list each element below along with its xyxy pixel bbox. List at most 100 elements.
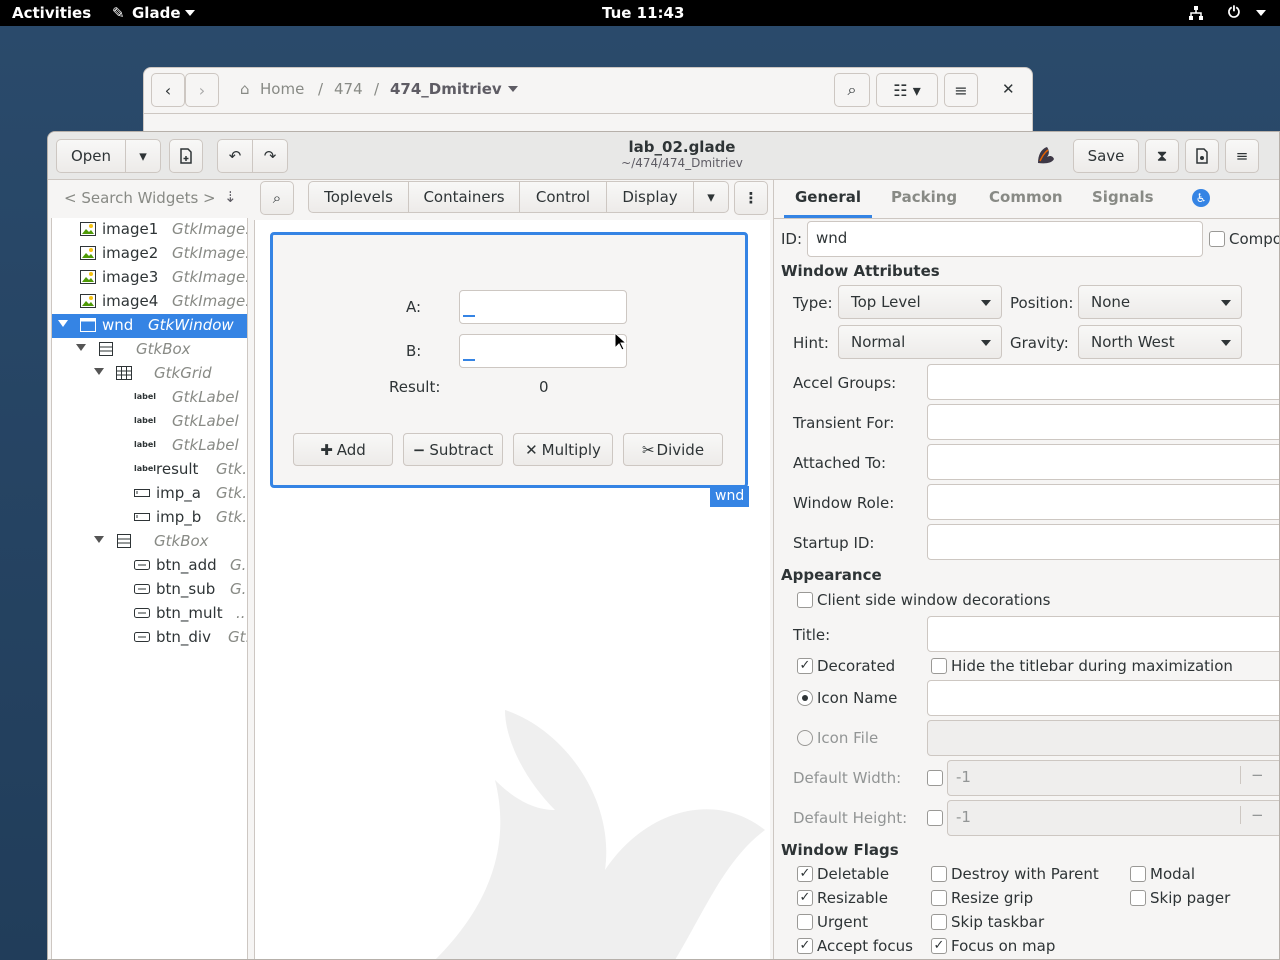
crumb-474[interactable]: 474	[334, 80, 363, 98]
skip-pager-checkbox[interactable]	[1130, 890, 1146, 906]
tree-type: GtkImage.	[172, 292, 247, 310]
icon-name-radio[interactable]	[797, 690, 813, 706]
subtract-button[interactable]: − Subtract	[403, 433, 503, 466]
accept-focus-checkbox[interactable]: ✓	[797, 938, 813, 954]
hint-select[interactable]: Normal	[838, 325, 1002, 359]
default-height-spin[interactable]: -1 −	[947, 800, 1279, 836]
urgent-checkbox[interactable]	[797, 914, 813, 930]
modal-checkbox[interactable]	[1130, 866, 1146, 882]
design-canvas[interactable]: A: B: Result: 0 ✚ Add − Subtract ✕ Multiply…	[254, 220, 770, 959]
focus-on-map-checkbox[interactable]: ✓	[931, 938, 947, 954]
decorated-checkbox[interactable]: ✓	[797, 658, 813, 674]
id-input[interactable]: wnd	[807, 221, 1203, 257]
close-icon[interactable]: ✕	[1002, 80, 1015, 98]
deletable-checkbox[interactable]: ✓	[797, 866, 813, 882]
multiply-button[interactable]: ✕ Multiply	[513, 433, 613, 466]
tree-row-result[interactable]: label result Gtk.	[52, 458, 247, 482]
crumb-current[interactable]: 474_Dmitriev	[390, 80, 502, 98]
save-as-icon[interactable]	[1185, 139, 1219, 173]
more-tabs-chevron-icon[interactable]: ▾	[693, 181, 729, 213]
main-menu-icon[interactable]: ≡	[1225, 139, 1259, 173]
system-menu-chevron-icon[interactable]	[1256, 10, 1266, 16]
imp-b-entry[interactable]	[459, 334, 627, 368]
icon-file-radio[interactable]	[797, 730, 813, 746]
tree-row-image4[interactable]: image4 GtkImage.	[52, 290, 247, 314]
tree-row-btn-add[interactable]: btn_add G.	[52, 554, 247, 578]
icon-name-input[interactable]	[927, 680, 1279, 716]
search-icon[interactable]: ⌕	[834, 73, 870, 107]
crumb-home[interactable]: Home	[260, 80, 304, 98]
search-widgets-input[interactable]: < Search Widgets > ⇣	[56, 186, 240, 214]
app-menu[interactable]: Glade	[132, 4, 181, 22]
activities-button[interactable]: Activities	[12, 4, 91, 22]
back-button[interactable]: ‹	[151, 73, 185, 107]
gravity-select[interactable]: North West	[1078, 325, 1242, 359]
add-button[interactable]: ✚ Add	[293, 433, 393, 466]
tree-row-gtkbox[interactable]: GtkBox	[52, 338, 247, 362]
menu-icon[interactable]: ≡	[944, 73, 978, 107]
tab-common[interactable]: Common	[989, 188, 1063, 206]
tree-row-btn-sub[interactable]: btn_sub G.	[52, 578, 247, 602]
save-button[interactable]: Save	[1073, 139, 1139, 173]
skip-taskbar-checkbox[interactable]	[931, 914, 947, 930]
crumb-chevron-icon[interactable]	[508, 86, 518, 92]
tree-row-btn-div[interactable]: btn_div Gt.	[52, 626, 247, 650]
tree-row-image2[interactable]: image2 GtkImage.	[52, 242, 247, 266]
tree-row-label[interactable]: label GtkLabel	[52, 434, 247, 458]
palette-menu-icon[interactable]: ⋮	[734, 181, 768, 215]
tab-signals[interactable]: Signals	[1092, 188, 1154, 206]
decrement-icon[interactable]: −	[1240, 766, 1264, 784]
tree-row-label[interactable]: label GtkLabel	[52, 386, 247, 410]
tree-row-gtkbox-2[interactable]: GtkBox	[52, 530, 247, 554]
divide-button[interactable]: ✂ Divide	[623, 433, 723, 466]
tab-display[interactable]: Display	[606, 181, 694, 213]
network-icon[interactable]	[1188, 5, 1204, 25]
startup-id-input[interactable]	[927, 524, 1279, 560]
title-input[interactable]	[927, 616, 1279, 652]
tree-row-image1[interactable]: image1 GtkImage.	[52, 218, 247, 242]
tab-general[interactable]: General	[795, 188, 861, 206]
tree-row-image3[interactable]: image3 GtkImage.	[52, 266, 247, 290]
expand-all-icon[interactable]: ⇣	[224, 188, 237, 206]
tab-toplevels[interactable]: Toplevels	[308, 181, 409, 213]
imp-a-entry[interactable]	[459, 290, 627, 324]
forward-button[interactable]: ›	[185, 73, 219, 107]
view-options-button[interactable]: ☷ ▾	[876, 73, 938, 107]
wnd-preview[interactable]: A: B: Result: 0 ✚ Add − Subtract ✕ Multiply…	[270, 232, 748, 488]
expander-icon[interactable]	[94, 536, 104, 543]
power-icon[interactable]: ⏻	[1228, 3, 1240, 21]
composite-checkbox[interactable]	[1209, 231, 1225, 247]
accel-groups-input[interactable]	[927, 364, 1279, 400]
tree-row-imp-b[interactable]: imp_b Gtk.	[52, 506, 247, 530]
position-select[interactable]: None	[1078, 285, 1242, 319]
destroy-parent-checkbox[interactable]	[931, 866, 947, 882]
tab-packing[interactable]: Packing	[891, 188, 957, 206]
hide-titlebar-checkbox[interactable]	[931, 658, 947, 674]
window-role-input[interactable]	[927, 484, 1279, 520]
transient-for-input[interactable]	[927, 404, 1279, 440]
resizable-checkbox[interactable]: ✓	[797, 890, 813, 906]
tree-row-imp-a[interactable]: imp_a Gtk.	[52, 482, 247, 506]
tree-row-btn-mult[interactable]: btn_mult ..	[52, 602, 247, 626]
clock[interactable]: Tue 11:43	[602, 4, 684, 22]
tab-control[interactable]: Control	[519, 181, 607, 213]
icon-file-input[interactable]	[927, 720, 1279, 756]
palette-search-icon[interactable]: ⌕	[260, 181, 294, 215]
expander-icon[interactable]	[58, 320, 68, 327]
tab-containers[interactable]: Containers	[408, 181, 520, 213]
attached-to-input[interactable]	[927, 444, 1279, 480]
type-select[interactable]: Top Level	[838, 285, 1002, 319]
resize-grip-checkbox[interactable]	[931, 890, 947, 906]
decrement-icon[interactable]: −	[1240, 806, 1264, 824]
csd-checkbox[interactable]	[797, 592, 813, 608]
tree-row-gtkgrid[interactable]: GtkGrid	[52, 362, 247, 386]
preview-icon[interactable]: ⧗	[1145, 139, 1179, 173]
expander-icon[interactable]	[76, 344, 86, 351]
tree-row-wnd[interactable]: wnd GtkWindow	[52, 314, 247, 338]
tree-row-label[interactable]: label GtkLabel	[52, 410, 247, 434]
accessibility-icon[interactable]: ♿	[1192, 189, 1210, 207]
default-width-spin[interactable]: -1 −	[947, 760, 1279, 796]
expander-icon[interactable]	[94, 368, 104, 375]
default-width-checkbox[interactable]	[927, 770, 943, 786]
default-height-checkbox[interactable]	[927, 810, 943, 826]
